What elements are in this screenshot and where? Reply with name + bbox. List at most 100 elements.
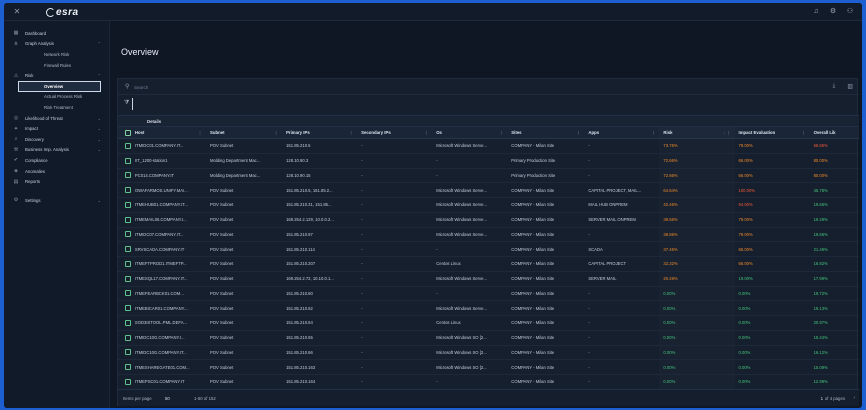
cell-ips: 151.85.210.114: [286, 246, 315, 252]
cell-apps: -: [588, 379, 590, 385]
search-input[interactable]: [134, 82, 334, 92]
sidebar-item-graph-analysis[interactable]: ⋔ Graph Analysis ⌃: [4, 39, 109, 50]
cell-sites: COMPANY - Milan Site: [511, 305, 555, 311]
column-header-risk[interactable]: Risk ↓ ⋮: [659, 127, 734, 138]
sidebar-item-actual-process-risk[interactable]: Actual Process Risk: [4, 92, 109, 103]
sidebar-item-risk[interactable]: ⚠ Risk ⌃: [4, 70, 109, 81]
cell-sites: COMPANY - Milan Site: [511, 320, 555, 326]
table-row[interactable]: ITMIDC01.COMPANY.IT... POV Subnet 151.85.2…: [118, 139, 859, 154]
next-page-icon[interactable]: ›: [853, 395, 855, 401]
column-header-os[interactable]: Os ⋮: [432, 127, 507, 138]
sidebar-item-anomalies[interactable]: ◈ Anomalies: [4, 166, 109, 177]
table-row[interactable]: ITMESHAREGATE01.COM... POV Subnet 151.85.2…: [118, 360, 859, 375]
sidebar-item-network-risk[interactable]: Network Risk: [4, 49, 109, 60]
table-row[interactable]: ITMEMAIL06.COMPANY.I... POV Subnet 169.254…: [118, 213, 859, 228]
column-menu-icon[interactable]: ⋮: [499, 130, 503, 135]
cell-subnet: POV Subnet: [210, 276, 234, 282]
column-header-primary-ips[interactable]: Primary IPs ⋮: [282, 127, 357, 138]
cell-impact: 0.00%: [738, 305, 751, 311]
sidebar-item-settings[interactable]: ⚙ Settings ⌄: [4, 195, 109, 206]
sidebar-item-likelihood-of-threat[interactable]: ◎ Likelihood of Threat ⌄: [4, 113, 109, 124]
cell-os: Microsoft Windows SO [2...: [436, 335, 487, 341]
row-select-cell[interactable]: [118, 169, 131, 183]
filter-icon[interactable]: ⧩: [124, 100, 129, 107]
cell-host: ITMEHUB01.COMPANY.IT...: [134, 202, 188, 208]
table-row[interactable]: SRVSCADA.COMPANY.IT POV Subnet 151.85.210.…: [118, 242, 859, 257]
column-header-subnet[interactable]: Subnet ⋮: [206, 127, 282, 138]
chevron-down-icon: ⌄: [97, 115, 101, 121]
cell-os: Microsoft Windows Serve...: [436, 202, 487, 208]
table-row[interactable]: ITMEFTPROD1.ITMEFTP... POV Subnet 151.85.2…: [118, 257, 859, 272]
cell-subnet: POV Subnet: [210, 320, 234, 326]
table-row[interactable]: ITMEPSC01.COMPANY.IT POV Subnet 151.85.210…: [118, 375, 859, 390]
row-select-cell[interactable]: [118, 139, 131, 153]
close-menu-icon[interactable]: ✕: [12, 7, 22, 17]
table-row[interactable]: SOD3ISTOOL.PML.DEFA... POV Subnet 151.85.2…: [118, 316, 859, 331]
row-select-cell[interactable]: [118, 257, 131, 271]
row-select-cell[interactable]: [118, 228, 131, 242]
column-menu-icon[interactable]: ⋮: [198, 130, 202, 135]
column-menu-icon[interactable]: ⋮: [274, 130, 278, 135]
chevron-up-icon: ⌃: [97, 41, 101, 47]
table-row[interactable]: ITMIDC10G.COMPANY.I... POV Subnet 151.85.2…: [118, 331, 859, 346]
column-menu-icon[interactable]: ⋮: [349, 130, 353, 135]
table-row[interactable]: ITMEFEARBCK01.COM... POV Subnet 151.85.210…: [118, 287, 859, 302]
filter-cursor[interactable]: [132, 98, 133, 110]
sidebar-item-label: Risk: [25, 73, 34, 79]
column-header-impact-evaluation[interactable]: Impact Evaluation ⋮: [735, 127, 810, 138]
gear-icon[interactable]: ⚙: [829, 7, 837, 16]
column-header-sites[interactable]: Sites ⋮: [507, 127, 584, 138]
sidebar-item-reports[interactable]: ▤ Reports: [4, 176, 109, 187]
select-all-cell[interactable]: [118, 127, 131, 138]
column-menu-icon[interactable]: ⋮: [576, 130, 580, 135]
page-select[interactable]: 1: [821, 396, 823, 401]
row-select-cell[interactable]: [118, 316, 131, 330]
row-select-cell[interactable]: [118, 287, 131, 301]
row-select-cell[interactable]: [118, 346, 131, 360]
row-select-cell[interactable]: [118, 301, 131, 315]
cell-ips: 151.85.210.66: [286, 349, 313, 355]
sidebar-item-risk-treatment[interactable]: Risk Treatment: [4, 102, 109, 113]
cell-ips: 128.10.90.3: [286, 158, 309, 164]
row-select-cell[interactable]: [118, 154, 131, 168]
column-header-host[interactable]: Host ⋮: [131, 127, 206, 138]
sidebar-item-impact[interactable]: ✦ Impact ⌄: [4, 123, 109, 134]
app-logo[interactable]: esra: [46, 7, 79, 18]
cell-impact: 66.00%: [738, 261, 753, 267]
row-select-cell[interactable]: [118, 213, 131, 227]
row-select-cell[interactable]: [118, 242, 131, 256]
column-menu-icon[interactable]: ⋮: [424, 130, 428, 135]
column-header-overall-lik[interactable]: Overall Lik: [810, 127, 859, 138]
sort-desc-icon[interactable]: ↓ ⋮: [723, 130, 730, 135]
table-row[interactable]: ITMEBICAR01.COMPANY.... POV Subnet 151.85.…: [118, 301, 859, 316]
items-per-page-select[interactable]: 50: [165, 396, 170, 401]
table-row[interactable]: ITMIDC10G.COMPANY.IT... POV Subnet 151.85.…: [118, 346, 859, 361]
row-select-cell[interactable]: [118, 331, 131, 345]
column-header-apps[interactable]: Apps ⋮: [584, 127, 659, 138]
sidebar-item-business-imp-analysis[interactable]: ⚒ Business Imp. Analysis ⌄: [4, 145, 109, 156]
row-select-cell[interactable]: [118, 198, 131, 212]
table-row[interactable]: ITMEHUB01.COMPANY.IT... POV Subnet 151.85.…: [118, 198, 859, 213]
table-row[interactable]: IIT_1200-station1 Molding Department Mac.…: [118, 154, 859, 169]
sidebar-item-firewall-rules[interactable]: Firewall Rules: [4, 60, 109, 71]
table-row[interactable]: ITMIDC07.COMPANY.IT... POV Subnet 151.85.2…: [118, 228, 859, 243]
column-header-secondary-ips[interactable]: Secondary IPs ⋮: [357, 127, 432, 138]
cell-apps: -: [588, 305, 590, 311]
download-icon[interactable]: ⤓: [833, 83, 836, 90]
column-menu-icon[interactable]: ⋮: [651, 130, 655, 135]
sidebar-item-discovery[interactable]: ⌕ Discovery ⌄: [4, 134, 109, 145]
user-icon[interactable]: ⚇: [846, 7, 854, 16]
columns-icon[interactable]: ▥: [847, 83, 853, 90]
sidebar-item-dashboard[interactable]: ▦ Dashboard: [4, 28, 109, 39]
table-row[interactable]: OWAFARMOS.UNIFY.MAI... POV Subnet 151.85.2…: [118, 183, 859, 198]
row-select-cell[interactable]: [118, 375, 131, 389]
sidebar-item-overview[interactable]: Overview: [18, 80, 101, 92]
row-select-cell[interactable]: [118, 183, 131, 197]
table-row[interactable]: ITMESQL17.COMPANY.IT... POV Subnet 169.254…: [118, 272, 859, 287]
row-select-cell[interactable]: [118, 272, 131, 286]
table-row[interactable]: PC014.COMPANY.IT Molding Department Mac..…: [118, 169, 859, 184]
bell-icon[interactable]: ♫: [812, 7, 820, 16]
row-select-cell[interactable]: [118, 360, 131, 374]
sidebar-item-compliance[interactable]: ✔ Compliance: [4, 155, 109, 166]
column-menu-icon[interactable]: ⋮: [802, 130, 806, 135]
